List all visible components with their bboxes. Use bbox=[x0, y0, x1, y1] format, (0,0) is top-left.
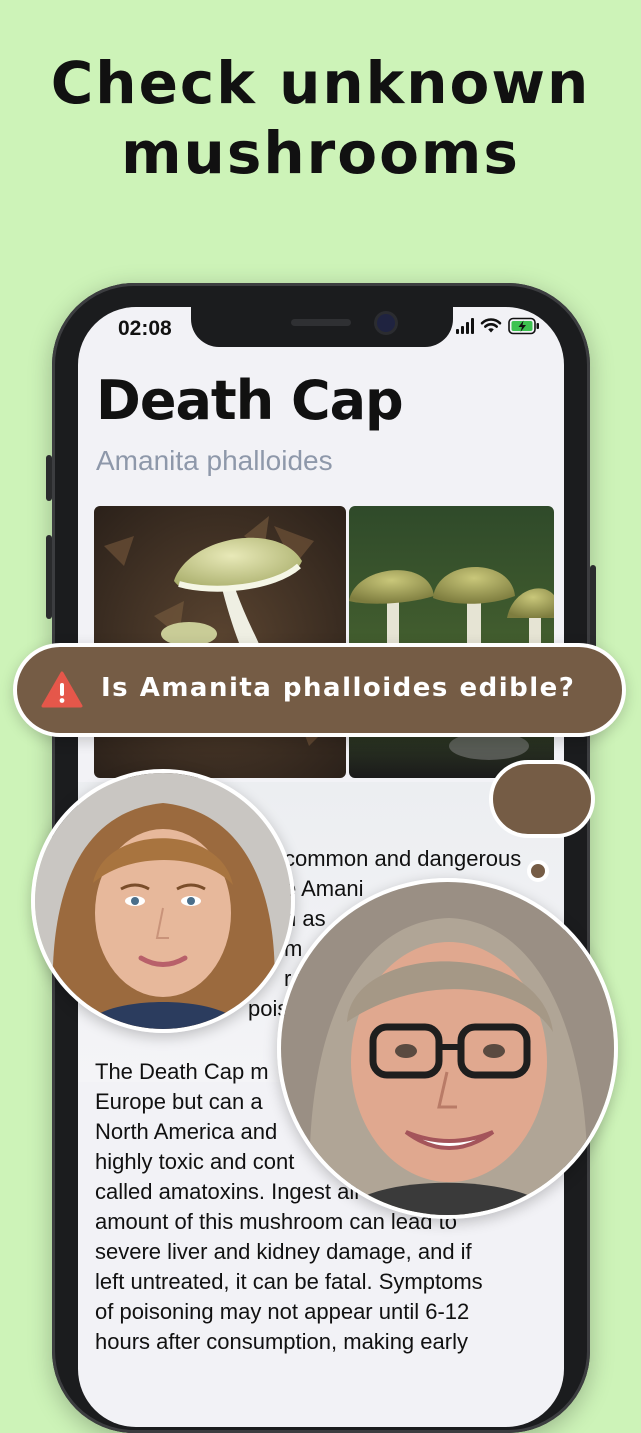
mushroom-photo-1-image bbox=[94, 506, 346, 778]
status-time: 02:08 bbox=[118, 317, 172, 340]
battery-charging-icon bbox=[508, 317, 539, 335]
headline-line-1: Check unknown bbox=[50, 49, 591, 117]
species-latin-name: Amanita phalloides bbox=[96, 445, 333, 476]
warning-icon bbox=[41, 671, 83, 708]
mushroom-photo-2[interactable] bbox=[349, 506, 554, 778]
notch bbox=[191, 307, 453, 347]
phone-mute-switch bbox=[46, 455, 52, 501]
avatar-woman-1 bbox=[31, 769, 295, 1033]
description-line: hours after consumption, making early bbox=[95, 1329, 468, 1354]
reply-bubble bbox=[489, 760, 595, 838]
front-camera bbox=[377, 314, 395, 332]
avatar-woman-2-image bbox=[281, 882, 614, 1215]
wifi-icon bbox=[480, 318, 502, 333]
cellular-signal-icon bbox=[456, 318, 474, 334]
mushroom-photo-1[interactable] bbox=[94, 506, 346, 778]
headline: Check unknown mushrooms bbox=[0, 48, 641, 188]
question-text: Is Amanita phalloides edible? bbox=[101, 673, 576, 703]
avatar-woman-1-image bbox=[35, 773, 291, 1029]
mushroom-photo-2-image bbox=[349, 506, 554, 778]
description-fragment-1: common and dangerous bbox=[284, 846, 522, 871]
avatar-woman-2 bbox=[277, 878, 618, 1219]
speaker bbox=[291, 319, 351, 326]
description-line: left untreated, it can be fatal. Symptom… bbox=[95, 1269, 483, 1294]
headline-line-2: mushrooms bbox=[121, 119, 520, 187]
phone-volume-up bbox=[46, 535, 52, 619]
status-icons bbox=[456, 317, 540, 335]
description-fragment-2: e Amani bbox=[284, 876, 364, 901]
description-line: severe liver and kidney damage, and if bbox=[95, 1239, 472, 1264]
description-line: of poisoning may not appear until 6-12 bbox=[95, 1299, 470, 1324]
reply-bubble-tail bbox=[527, 860, 549, 882]
species-common-name: Death Cap bbox=[96, 369, 404, 432]
question-banner[interactable]: Is Amanita phalloides edible? bbox=[13, 643, 626, 737]
